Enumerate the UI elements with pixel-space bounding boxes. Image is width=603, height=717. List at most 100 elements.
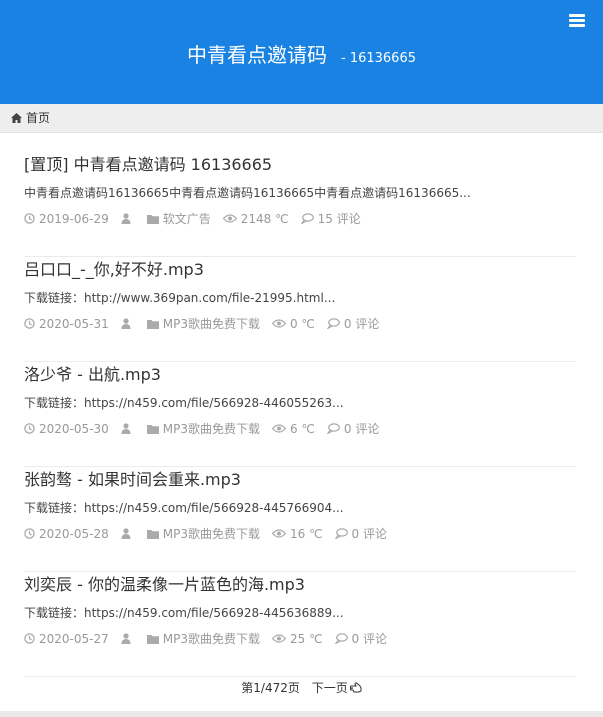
date-text: 2019-06-29 <box>39 211 109 226</box>
comments-text[interactable]: 0 评论 <box>344 420 379 437</box>
article-title[interactable]: 吕口口_-_你,好不好.mp3 <box>24 256 204 280</box>
article-author[interactable] <box>121 528 135 539</box>
home-icon <box>11 113 22 123</box>
article-views: 16 ℃ <box>271 526 323 541</box>
article-meta: 2020-05-30 MP3歌曲免费下载 6 ℃ 0 评论 <box>24 420 391 437</box>
article-author[interactable] <box>121 213 135 224</box>
site-title[interactable]: 中青看点邀请码 - 16136665 <box>0 39 603 68</box>
breadcrumb-home-link[interactable]: 首页 <box>26 104 50 132</box>
eye-icon <box>222 214 237 223</box>
date-text: 2020-05-31 <box>39 316 109 331</box>
folder-icon <box>146 424 159 434</box>
eye-icon <box>271 634 286 643</box>
article-excerpt: 下载链接：https://n459.com/file/566928-446055… <box>24 396 344 410</box>
clock-icon <box>24 528 35 539</box>
article-comments[interactable]: 0 评论 <box>326 420 379 437</box>
article-item: 吕口口_-_你,好不好.mp3 下载链接：http://www.369pan.co… <box>24 256 576 362</box>
clock-icon <box>24 423 35 434</box>
views-text: 0 ℃ <box>289 316 315 331</box>
hamburger-menu-icon[interactable] <box>569 14 585 28</box>
clock-icon <box>24 318 35 329</box>
article-comments[interactable]: 0 评论 <box>326 315 379 332</box>
article-meta: 2020-05-27 MP3歌曲免费下载 25 ℃ 0 评论 <box>24 630 399 647</box>
eye-icon <box>271 529 286 538</box>
hand-pointer-icon <box>349 682 362 693</box>
user-icon <box>121 213 131 224</box>
article-category[interactable]: MP3歌曲免费下载 <box>146 420 260 437</box>
site-name[interactable]: 中青看点邀请码 <box>187 43 327 67</box>
article-excerpt: 下载链接：https://n459.com/file/566928-445636… <box>24 606 344 620</box>
article-date: 2020-05-27 <box>24 632 109 646</box>
site-header: 中青看点邀请码 - 16136665 <box>0 0 603 104</box>
article-date: 2020-05-28 <box>24 527 109 541</box>
clock-icon <box>24 213 35 224</box>
category-link[interactable]: MP3歌曲免费下载 <box>163 315 260 332</box>
date-text: 2020-05-27 <box>39 631 109 646</box>
comment-icon <box>326 318 340 329</box>
comment-icon <box>326 423 340 434</box>
article-date: 2020-05-30 <box>24 422 109 436</box>
article-author[interactable] <box>121 318 135 329</box>
folder-icon <box>146 529 159 539</box>
article-author[interactable] <box>121 633 135 644</box>
category-link[interactable]: MP3歌曲免费下载 <box>163 420 260 437</box>
article-comments[interactable]: 0 评论 <box>334 630 387 647</box>
article-meta: 2019-06-29 软文广告 2148 ℃ 15 评论 <box>24 210 373 227</box>
category-link[interactable]: MP3歌曲免费下载 <box>163 525 260 542</box>
site-description: - 16136665 <box>341 51 416 66</box>
article-excerpt: 中青看点邀请码16136665中青看点邀请码16136665中青看点邀请码161… <box>24 186 471 200</box>
clock-icon <box>24 633 35 644</box>
article-item: 洛少爷 - 出航.mp3 下载链接：https://n459.com/file/5… <box>24 361 576 467</box>
article-title[interactable]: 张韵骜 - 如果时间会重来.mp3 <box>24 466 241 490</box>
folder-icon <box>146 634 159 644</box>
views-text: 16 ℃ <box>289 526 323 541</box>
article-meta: 2020-05-28 MP3歌曲免费下载 16 ℃ 0 评论 <box>24 525 399 542</box>
eye-icon <box>271 424 286 433</box>
next-page-label[interactable]: 下一页 <box>312 681 348 695</box>
article-title[interactable]: 洛少爷 - 出航.mp3 <box>24 361 161 385</box>
article-views: 6 ℃ <box>271 421 315 436</box>
date-text: 2020-05-28 <box>39 526 109 541</box>
article-category[interactable]: MP3歌曲免费下载 <box>146 315 260 332</box>
category-link[interactable]: MP3歌曲免费下载 <box>163 630 260 647</box>
article-excerpt: 下载链接：http://www.369pan.com/file-21995.ht… <box>24 291 336 305</box>
article-title[interactable]: [置顶] 中青看点邀请码 16136665 <box>24 151 272 175</box>
views-text: 25 ℃ <box>289 631 323 646</box>
article-author[interactable] <box>121 423 135 434</box>
eye-icon <box>271 319 286 328</box>
article-views: 2148 ℃ <box>222 211 289 226</box>
comment-icon <box>300 213 314 224</box>
article-item: 刘奕辰 - 你的温柔像一片蓝色的海.mp3 下载链接：https://n459.c… <box>24 571 576 677</box>
user-icon <box>121 633 131 644</box>
next-page-link[interactable]: 下一页 <box>312 681 362 695</box>
article-views: 0 ℃ <box>271 316 315 331</box>
article-category[interactable]: MP3歌曲免费下载 <box>146 630 260 647</box>
user-icon <box>121 423 131 434</box>
article-title[interactable]: 刘奕辰 - 你的温柔像一片蓝色的海.mp3 <box>24 571 305 595</box>
article-item: [置顶] 中青看点邀请码 16136665 中青看点邀请码16136665中青看点… <box>24 151 576 257</box>
comments-text[interactable]: 0 评论 <box>344 315 379 332</box>
article-excerpt: 下载链接：https://n459.com/file/566928-445766… <box>24 501 344 515</box>
article-item: 张韵骜 - 如果时间会重来.mp3 下载链接：https://n459.com/f… <box>24 466 576 572</box>
comments-text[interactable]: 15 评论 <box>318 210 361 227</box>
article-category[interactable]: 软文广告 <box>146 210 211 227</box>
pagination: 第1/472页 下一页 <box>0 679 603 696</box>
views-text: 6 ℃ <box>289 421 315 436</box>
comment-icon <box>334 528 348 539</box>
user-icon <box>121 318 131 329</box>
user-icon <box>121 528 131 539</box>
views-text: 2148 ℃ <box>240 211 289 226</box>
breadcrumb: 首页 <box>0 104 603 133</box>
article-comments[interactable]: 15 评论 <box>300 210 361 227</box>
bottom-divider <box>0 711 603 717</box>
article-category[interactable]: MP3歌曲免费下载 <box>146 525 260 542</box>
article-date: 2019-06-29 <box>24 212 109 226</box>
article-date: 2020-05-31 <box>24 317 109 331</box>
category-link[interactable]: 软文广告 <box>163 210 211 227</box>
page-info: 第1/472页 <box>241 681 300 695</box>
folder-icon <box>146 214 159 224</box>
article-comments[interactable]: 0 评论 <box>334 525 387 542</box>
comments-text[interactable]: 0 评论 <box>352 525 387 542</box>
date-text: 2020-05-30 <box>39 421 109 436</box>
comments-text[interactable]: 0 评论 <box>352 630 387 647</box>
